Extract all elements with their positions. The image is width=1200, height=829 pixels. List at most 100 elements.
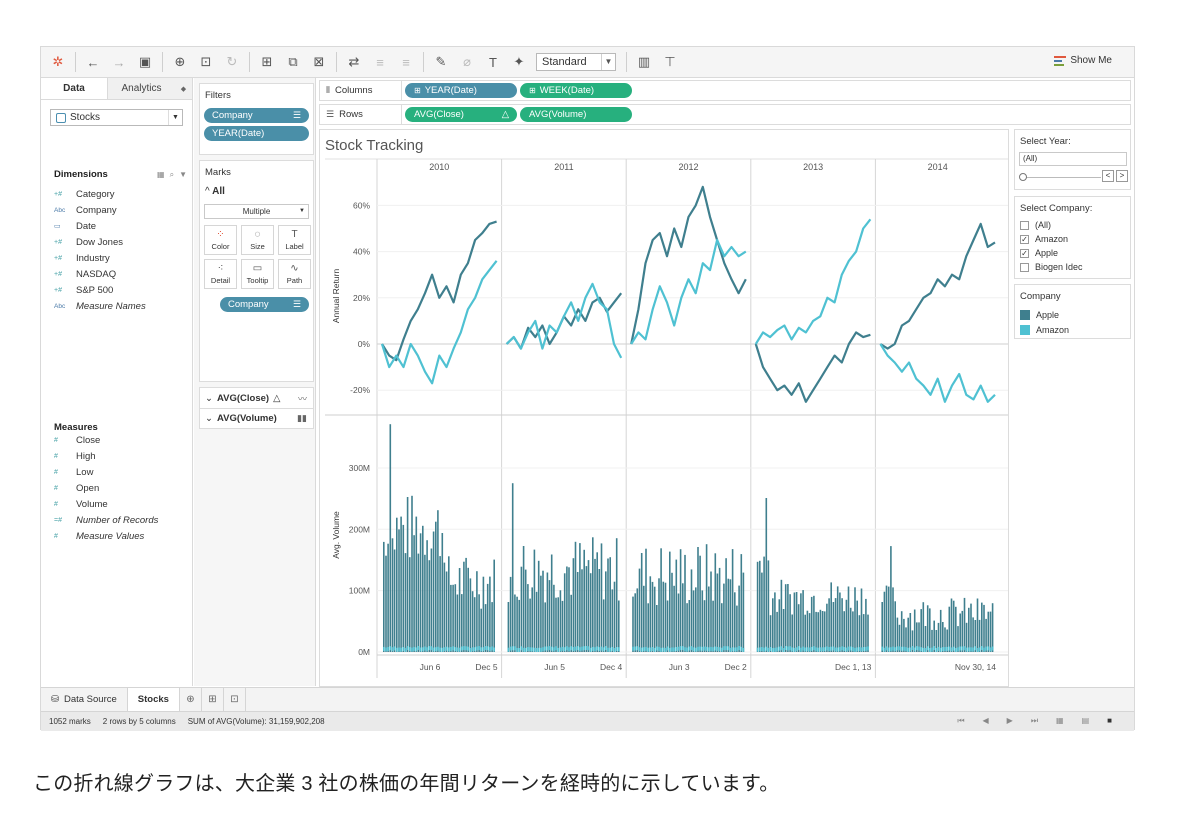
filmstrip-icon[interactable]: ▤	[1082, 716, 1090, 726]
measure-marks-card: ⌄ AVG(Close) △ 〰 ⌄ AVG(Volume) ▮▮	[199, 387, 314, 429]
field-item[interactable]: ▭ Date	[54, 218, 146, 234]
undo-icon[interactable]: ←	[84, 53, 102, 71]
volume-bar-apple	[849, 607, 852, 652]
company-checkbox[interactable]: Biogen Idec	[1015, 260, 1130, 274]
save-icon[interactable]: ▣	[136, 53, 154, 71]
number-field-icon: +#	[54, 254, 62, 262]
search-icon[interactable]: ⌕	[170, 170, 174, 180]
next-sheet-icon[interactable]: ▶	[1007, 716, 1013, 726]
swap-icon[interactable]: ⇄	[345, 53, 363, 71]
field-item[interactable]: # Measure Values	[54, 528, 158, 544]
new-datasource-icon[interactable]: ⊕	[171, 53, 189, 71]
rows-shelf[interactable]: ☰ Rows AVG(Close) △ AVG(Volume)	[319, 104, 1131, 125]
tab-analytics[interactable]: Analytics	[108, 78, 175, 99]
row-pill-close[interactable]: AVG(Close) △	[405, 107, 517, 122]
marks-avg-close[interactable]: ⌄ AVG(Close) △ 〰	[200, 388, 313, 408]
slider-prev-button[interactable]: <	[1102, 170, 1114, 182]
field-item[interactable]: # Low	[54, 464, 158, 480]
sheet-sorter-icon[interactable]: ▦	[1056, 716, 1064, 726]
field-item[interactable]: # Volume	[54, 496, 158, 512]
sort-desc-icon[interactable]: ≡	[397, 53, 415, 71]
sort-asc-icon[interactable]: ≡	[371, 53, 389, 71]
fit-select[interactable]: Standard ▼	[536, 53, 616, 71]
label-icon[interactable]: T	[484, 53, 502, 71]
duplicate-icon[interactable]: ⧉	[284, 53, 302, 71]
columns-shelf[interactable]: ⦀ Columns ⊞ YEAR(Date) ⊞ WEEK(Date)	[319, 80, 1131, 101]
pause-updates-icon[interactable]: ⊡	[197, 53, 215, 71]
group-icon[interactable]: ⌀	[458, 53, 476, 71]
refresh-icon[interactable]: ↻	[223, 53, 241, 71]
legend-item[interactable]: Amazon	[1015, 322, 1130, 337]
number-field-icon: +#	[54, 286, 62, 294]
year-slider[interactable]: < >	[1019, 170, 1128, 184]
field-item[interactable]: =# Number of Records	[54, 512, 158, 528]
field-item[interactable]: Abc Measure Names	[54, 298, 146, 314]
volume-bar-amazon	[710, 646, 712, 651]
size-button[interactable]: ◌ Size	[241, 225, 274, 255]
company-checkbox[interactable]: ✓ Apple	[1015, 246, 1130, 260]
company-checkbox[interactable]: (All)	[1015, 218, 1130, 232]
detail-button[interactable]: ⁖ Detail	[204, 259, 237, 289]
checkbox-icon[interactable]	[1020, 262, 1029, 272]
tab-stocks[interactable]: Stocks	[127, 688, 180, 711]
tabs-icon[interactable]: ■	[1107, 716, 1112, 726]
company-checkbox[interactable]: ✓ Amazon	[1015, 232, 1130, 246]
field-item[interactable]: +# S&P 500	[54, 282, 146, 298]
redo-icon[interactable]: →	[110, 53, 128, 71]
filter-pill-year[interactable]: YEAR(Date)	[204, 126, 309, 141]
slider-knob[interactable]	[1019, 173, 1027, 181]
checkbox-icon[interactable]	[1020, 220, 1029, 230]
clear-icon[interactable]: ⊠	[310, 53, 328, 71]
legend-item[interactable]: Apple	[1015, 307, 1130, 322]
column-pill-week[interactable]: ⊞ WEEK(Date)	[520, 83, 632, 98]
highlight-icon[interactable]: ✎	[432, 53, 450, 71]
checkbox-checked-icon[interactable]: ✓	[1020, 234, 1029, 244]
field-item[interactable]: +# Industry	[54, 250, 146, 266]
marks-avg-volume[interactable]: ⌄ AVG(Volume) ▮▮	[200, 408, 313, 428]
color-pill-company[interactable]: Company ☰	[220, 297, 309, 312]
show-me-button[interactable]: Show Me	[1054, 55, 1112, 66]
chevron-down-icon[interactable]: ▼	[179, 170, 187, 180]
new-story-icon[interactable]: ⊡	[224, 688, 246, 711]
tooltip-button[interactable]: ▭ Tooltip	[241, 259, 274, 289]
mark-type-select[interactable]: Multiple ▼	[204, 204, 309, 219]
presentation-icon[interactable]: ⊤	[661, 53, 679, 71]
tableau-logo-icon[interactable]: ✲	[49, 53, 67, 71]
field-item[interactable]: # Close	[54, 432, 158, 448]
chevron-icon[interactable]: ◆	[175, 78, 192, 99]
marks-all[interactable]: ^ All	[200, 178, 313, 197]
field-item[interactable]: # Open	[54, 480, 158, 496]
legend-label: Apple	[1036, 309, 1060, 320]
field-item[interactable]: +# Category	[54, 186, 146, 202]
new-worksheet-icon[interactable]: ⊕	[180, 688, 202, 711]
new-dashboard-icon[interactable]: ⊞	[202, 688, 224, 711]
field-item[interactable]: +# NASDAQ	[54, 266, 146, 282]
prev-sheet-icon[interactable]: ◀	[983, 716, 989, 726]
volume-bar-amazon	[789, 646, 791, 651]
first-sheet-icon[interactable]: ⏮	[957, 716, 964, 726]
pin-icon[interactable]: ✦	[510, 53, 528, 71]
label-button[interactable]: T Label	[278, 225, 311, 255]
checkbox-checked-icon[interactable]: ✓	[1020, 248, 1029, 258]
column-pill-year[interactable]: ⊞ YEAR(Date)	[405, 83, 517, 98]
legend-swatch	[1020, 324, 1030, 335]
field-item[interactable]: Abc Company	[54, 202, 146, 218]
last-sheet-icon[interactable]: ⏭	[1031, 716, 1038, 726]
path-button[interactable]: ∿ Path	[278, 259, 311, 289]
filter-pill-company[interactable]: Company ☰	[204, 108, 309, 123]
datasource-select[interactable]: Stocks ▼	[50, 109, 183, 126]
slider-next-button[interactable]: >	[1116, 170, 1128, 182]
field-item[interactable]: +# Dow Jones	[54, 234, 146, 250]
tab-data[interactable]: Data	[41, 78, 108, 99]
number-field-icon: #	[54, 484, 58, 492]
tab-data-source[interactable]: ⛁ Data Source	[41, 688, 128, 711]
new-worksheet-icon[interactable]: ⊞	[258, 53, 276, 71]
select-year-input[interactable]: (All)	[1019, 152, 1127, 166]
stock-chart[interactable]: 2010 2011 2012 2013 2014 60% 40% 20% 0% -20% Annua…	[320, 130, 1008, 686]
data-pane: Data Analytics ◆ Stocks ▼ Dimensions ▦ ⌕…	[41, 78, 193, 686]
fit-icon[interactable]: ▥	[635, 53, 653, 71]
row-pill-volume[interactable]: AVG(Volume)	[520, 107, 632, 122]
field-item[interactable]: # High	[54, 448, 158, 464]
color-button[interactable]: ⁘ Color	[204, 225, 237, 255]
grid-view-icon[interactable]: ▦	[157, 170, 165, 180]
